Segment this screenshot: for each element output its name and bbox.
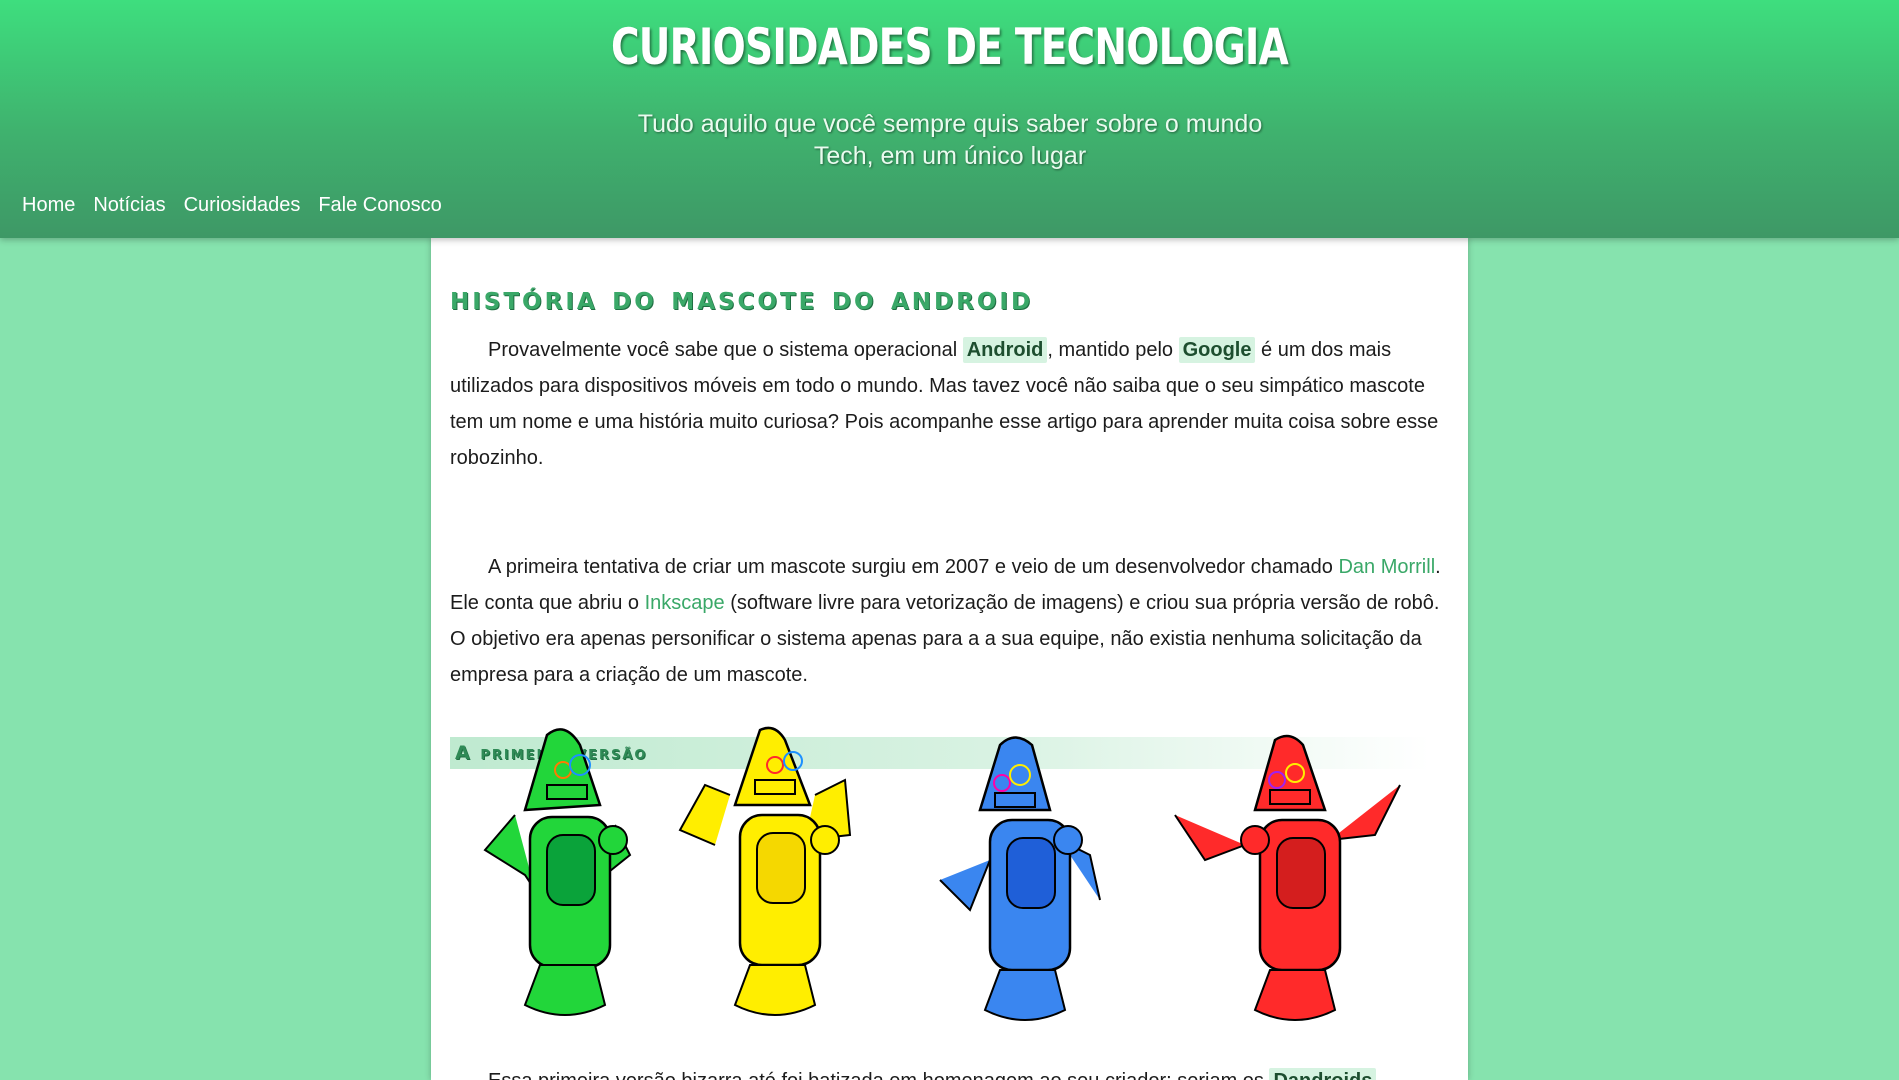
red-robot	[1174, 734, 1401, 1021]
nav-fale-conosco[interactable]: Fale Conosco	[318, 194, 441, 217]
first-version-paragraph: A primeira tentativa de criar um mascote…	[450, 549, 1450, 693]
p2-text-1: A primeira tentativa de criar um mascote…	[488, 556, 1339, 578]
nav-curiosidades[interactable]: Curiosidades	[184, 194, 301, 217]
nav-noticias[interactable]: Notícias	[93, 194, 165, 217]
main-nav: Home Notícias Curiosidades Fale Conosco	[22, 194, 460, 217]
site-title: Curiosidades de Tecnologia	[610, 18, 1289, 76]
intro-text-1: Provavelmente você sabe que o sistema op…	[488, 339, 963, 361]
android-highlight: Android	[962, 337, 1048, 363]
dandroids-image	[465, 725, 1435, 1030]
green-robot	[483, 728, 632, 1016]
nav-home[interactable]: Home	[22, 194, 75, 217]
intro-paragraph: Provavelmente você sabe que o sistema op…	[450, 332, 1450, 476]
site-subtitle: Tudo aquilo que você sempre quis saber s…	[637, 110, 1263, 170]
inkscape-link[interactable]: Inkscape	[645, 592, 725, 614]
site-header: Curiosidades de Tecnologia Tudo aquilo q…	[0, 0, 1899, 238]
article: História do mascote do Android Provavelm…	[431, 238, 1468, 1080]
yellow-robot	[678, 726, 852, 1016]
dandroids-paragraph: Essa primeira versão bizarra até foi bat…	[450, 1063, 1450, 1080]
blue-robot	[939, 736, 1101, 1021]
dan-morrill-link[interactable]: Dan Morrill	[1338, 556, 1435, 578]
google-highlight: Google	[1178, 337, 1256, 363]
intro-text-2: , mantido pelo	[1047, 339, 1179, 361]
dandroids-illustration	[483, 726, 1401, 1021]
p3-text-1: Essa primeira versão bizarra até foi bat…	[488, 1070, 1269, 1080]
article-title: História do mascote do Android	[450, 278, 1034, 317]
dandroids-highlight: Dandroids	[1269, 1068, 1377, 1080]
